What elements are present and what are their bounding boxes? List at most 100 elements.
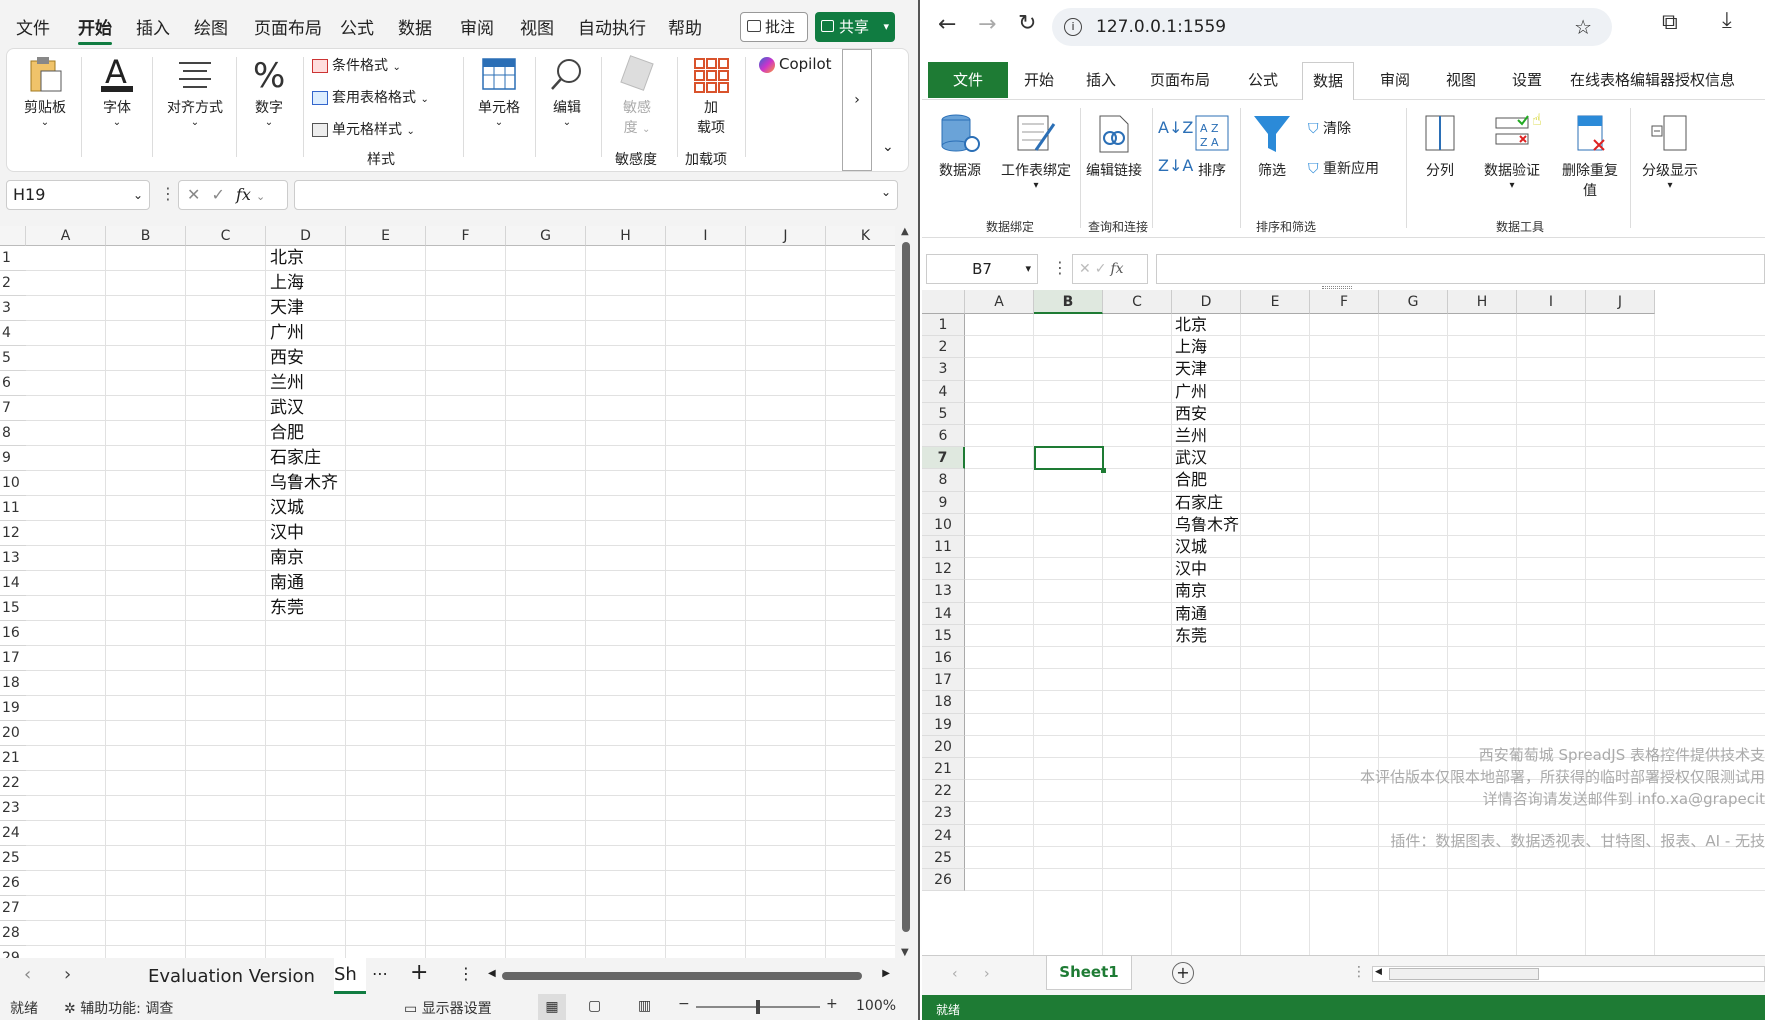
site-info-icon[interactable]: i bbox=[1064, 18, 1082, 36]
star-icon[interactable]: ☆ bbox=[1574, 8, 1592, 46]
row-header-13[interactable]: 13 bbox=[922, 580, 965, 603]
row-header-3[interactable]: 3 bbox=[922, 358, 965, 381]
column-header-B[interactable]: B bbox=[1034, 290, 1103, 314]
fx-button[interactable]: fx bbox=[236, 185, 251, 204]
fx-button[interactable]: fx bbox=[1110, 261, 1123, 277]
cell-d3[interactable]: 天津 bbox=[1175, 358, 1207, 380]
row-header-14[interactable]: 14 bbox=[922, 602, 965, 625]
edit-links-button[interactable]: 编辑链接 bbox=[1082, 112, 1146, 180]
row-header-26[interactable]: 26 bbox=[922, 869, 965, 892]
column-header-K[interactable]: K bbox=[826, 226, 895, 246]
menu-tab-9[interactable]: 自动执行 bbox=[578, 14, 646, 39]
row-header-18[interactable]: 18 bbox=[922, 691, 965, 714]
spreadjs-tab-3[interactable]: 页面布局 bbox=[1150, 69, 1210, 90]
column-header-H[interactable]: H bbox=[1448, 290, 1517, 314]
scroll-left-icon[interactable]: ◀ bbox=[1375, 967, 1382, 977]
ribbon-scroll-right-button[interactable]: › bbox=[842, 49, 872, 171]
font-button[interactable]: A 字体 ⌄ bbox=[87, 55, 147, 128]
row-header-12[interactable]: 12 bbox=[0, 521, 26, 546]
column-header-D[interactable]: D bbox=[266, 226, 346, 246]
row-header-26[interactable]: 26 bbox=[0, 871, 26, 896]
cell-d5[interactable]: 西安 bbox=[270, 347, 304, 370]
column-header-I[interactable]: I bbox=[1517, 290, 1586, 314]
cell-d2[interactable]: 上海 bbox=[270, 272, 304, 295]
more-icon[interactable]: ⋮ bbox=[458, 964, 474, 983]
name-box[interactable]: H19 ⌄ bbox=[6, 180, 150, 210]
scroll-down-icon[interactable]: ▼ bbox=[901, 947, 909, 958]
cell-d3[interactable]: 天津 bbox=[270, 297, 304, 320]
h-scroll-thumb[interactable] bbox=[1389, 968, 1539, 980]
spreadjs-tab-1[interactable]: 开始 bbox=[1024, 69, 1054, 90]
cell-d6[interactable]: 兰州 bbox=[1175, 425, 1207, 447]
cell-d11[interactable]: 汉城 bbox=[1175, 536, 1207, 558]
row-header-25[interactable]: 25 bbox=[0, 846, 26, 871]
cell-d12[interactable]: 汉中 bbox=[270, 522, 304, 545]
row-header-12[interactable]: 12 bbox=[922, 558, 965, 581]
clipboard-button[interactable]: 剪贴板 ⌄ bbox=[15, 55, 75, 128]
cell-d15[interactable]: 东莞 bbox=[270, 597, 304, 620]
menu-tab-0[interactable]: 文件 bbox=[16, 14, 50, 39]
formula-input[interactable]: ⌄ bbox=[294, 180, 898, 210]
cell-d1[interactable]: 北京 bbox=[1175, 314, 1207, 336]
conditional-format-button[interactable]: 条件格式 ⌄ bbox=[312, 55, 401, 75]
spreadjs-formula-input[interactable] bbox=[1156, 254, 1765, 284]
menu-tab-7[interactable]: 审阅 bbox=[460, 14, 494, 39]
cell-d10[interactable]: 乌鲁木齐 bbox=[1175, 514, 1239, 536]
scroll-right-icon[interactable]: ▶ bbox=[882, 968, 890, 979]
row-header-24[interactable]: 24 bbox=[922, 824, 965, 847]
row-header-10[interactable]: 10 bbox=[922, 513, 965, 536]
column-header-G[interactable]: G bbox=[1379, 290, 1448, 314]
number-button[interactable]: % 数字 ⌄ bbox=[241, 55, 297, 128]
column-header-J[interactable]: J bbox=[746, 226, 826, 246]
row-header-11[interactable]: 11 bbox=[922, 536, 965, 559]
row-header-23[interactable]: 23 bbox=[0, 796, 26, 821]
reload-icon[interactable]: ↻ bbox=[1018, 11, 1036, 36]
check-icon[interactable]: ✓ bbox=[1095, 261, 1107, 277]
address-bar[interactable]: i 127.0.0.1:1559 ☆ bbox=[1052, 8, 1612, 46]
column-header-I[interactable]: I bbox=[666, 226, 746, 246]
copilot-button[interactable]: Copilot bbox=[759, 55, 832, 73]
h-scroll-thumb[interactable] bbox=[502, 972, 862, 980]
menu-tab-3[interactable]: 绘图 bbox=[194, 14, 228, 39]
row-header-19[interactable]: 19 bbox=[922, 713, 965, 736]
next-sheet-icon[interactable]: › bbox=[984, 966, 990, 982]
table-format-button[interactable]: 套用表格格式 ⌄ bbox=[312, 87, 429, 107]
row-header-10[interactable]: 10 bbox=[0, 471, 26, 496]
cell-d7[interactable]: 武汉 bbox=[270, 397, 304, 420]
normal-view-icon[interactable]: ▦ bbox=[538, 994, 566, 1020]
more-sheets-icon[interactable]: ⋯ bbox=[372, 964, 388, 983]
row-header-20[interactable]: 20 bbox=[0, 721, 26, 746]
remove-duplicates-button[interactable]: 删除重复 值 bbox=[1554, 112, 1626, 200]
add-sheet-button[interactable]: + bbox=[1172, 962, 1194, 984]
tab-file[interactable]: 文件 bbox=[928, 62, 1008, 98]
row-header-13[interactable]: 13 bbox=[0, 546, 26, 571]
data-source-button[interactable]: 数据源 bbox=[932, 112, 988, 180]
row-header-8[interactable]: 8 bbox=[0, 421, 26, 446]
share-button[interactable]: 共享 ▾ bbox=[815, 12, 895, 42]
cell-d10[interactable]: 乌鲁木齐 bbox=[270, 472, 338, 495]
cell-d14[interactable]: 南通 bbox=[1175, 603, 1207, 625]
spreadjs-grid[interactable]: A B C D E F G H I J 1 2 3 4 5 6 7 8 9 10 11 12 13 14 15 16 17 18 19 2… bbox=[922, 290, 1765, 955]
sort-desc-icon[interactable]: Z↓A bbox=[1158, 156, 1193, 175]
more-icon[interactable]: ⋮ bbox=[1352, 964, 1366, 980]
row-header-28[interactable]: 28 bbox=[0, 921, 26, 946]
prev-sheet-icon[interactable]: ‹ bbox=[952, 966, 958, 982]
cell-d8[interactable]: 合肥 bbox=[270, 422, 304, 445]
column-header-C[interactable]: C bbox=[186, 226, 266, 246]
cell-d11[interactable]: 汉城 bbox=[270, 497, 304, 520]
cell-d12[interactable]: 汉中 bbox=[1175, 558, 1207, 580]
active-cell-b7[interactable] bbox=[1034, 446, 1104, 471]
more-icon[interactable]: ⋮ bbox=[160, 184, 176, 203]
column-header-A[interactable]: A bbox=[26, 226, 106, 246]
filter-button[interactable]: 筛选 bbox=[1244, 112, 1300, 180]
cell-style-button[interactable]: 单元格样式 ⌄ bbox=[312, 119, 415, 139]
cell-d9[interactable]: 石家庄 bbox=[270, 447, 321, 470]
row-header-6[interactable]: 6 bbox=[922, 425, 965, 448]
row-header-9[interactable]: 9 bbox=[0, 446, 26, 471]
scroll-up-icon[interactable]: ▲ bbox=[901, 226, 909, 237]
spreadjs-tab-6[interactable]: 审阅 bbox=[1380, 69, 1410, 90]
column-header-E[interactable]: E bbox=[346, 226, 426, 246]
cell-d13[interactable]: 南京 bbox=[1175, 580, 1207, 602]
spreadjs-h-scrollbar[interactable]: ◀ bbox=[1372, 966, 1765, 982]
row-header-17[interactable]: 17 bbox=[922, 669, 965, 692]
